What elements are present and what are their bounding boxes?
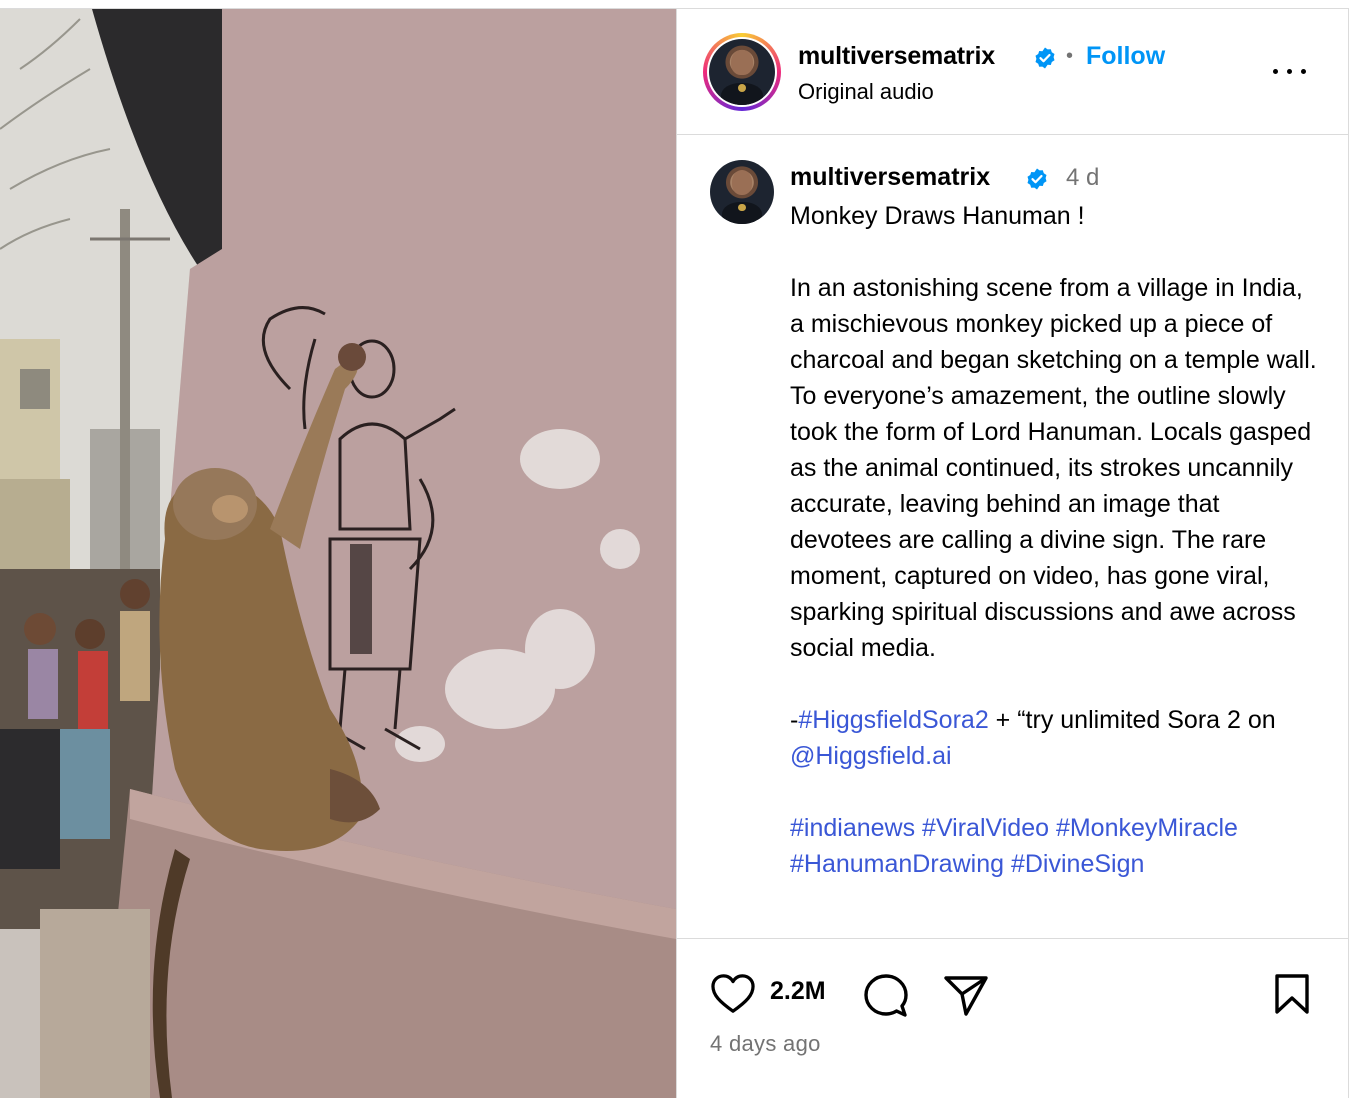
caption-body: In an astonishing scene from a village i… — [790, 274, 1317, 662]
caption-username[interactable]: multiversematrix — [790, 163, 990, 192]
likes-count[interactable]: 2.2M — [770, 977, 826, 1006]
video-frame-illustration — [0, 9, 676, 1098]
header-separator: • — [1066, 45, 1074, 67]
promo-text: + “try unlimited Sora 2 on — [988, 706, 1276, 734]
audio-link[interactable]: Original audio — [798, 79, 934, 105]
verified-badge-icon — [1027, 168, 1047, 190]
follow-button[interactable]: Follow — [1086, 42, 1165, 71]
caption-avatar[interactable] — [710, 160, 774, 224]
caption-hashtags: #indianews #ViralVideo #MonkeyMiracle #H… — [790, 810, 1320, 882]
post-details-panel: multiversematrix • Follow Original audio… — [676, 9, 1349, 1098]
hashtag-link[interactable]: #HanumanDrawing — [790, 850, 1004, 878]
avatar[interactable] — [709, 39, 775, 105]
caption-promo: -#HiggsfieldSora2 + “try unlimited Sora … — [790, 702, 1320, 774]
hashtag-link[interactable]: #ViralVideo — [922, 814, 1049, 842]
hashtag-link[interactable]: #indianews — [790, 814, 915, 842]
more-options-icon[interactable] — [1271, 57, 1311, 87]
caption-time[interactable]: 4 d — [1066, 164, 1099, 192]
mention-link[interactable]: @Higgsfield.ai — [790, 742, 952, 770]
comment-icon[interactable] — [863, 973, 909, 1019]
post-actions: 2.2M 4 days ago — [677, 938, 1349, 1098]
heart-icon[interactable] — [710, 973, 756, 1015]
hashtag-link[interactable]: #HiggsfieldSora2 — [798, 706, 988, 734]
posted-date[interactable]: 4 days ago — [710, 1031, 821, 1057]
caption-title: Monkey Draws Hanuman ! — [790, 202, 1085, 230]
author-username[interactable]: multiversematrix — [798, 42, 995, 71]
story-ring[interactable] — [703, 33, 781, 111]
caption-text: Monkey Draws Hanuman ! In an astonishing… — [790, 198, 1320, 882]
post-video[interactable] — [0, 9, 676, 1098]
bookmark-icon[interactable] — [1274, 973, 1310, 1015]
hashtag-link[interactable]: #DivineSign — [1011, 850, 1144, 878]
caption-area[interactable]: multiversematrix 4 d Monkey Draws Hanuma… — [677, 136, 1349, 938]
verified-badge-icon — [1035, 47, 1055, 69]
hashtag-link[interactable]: #MonkeyMiracle — [1056, 814, 1238, 842]
post-header: multiversematrix • Follow Original audio — [677, 9, 1349, 135]
send-icon[interactable] — [943, 974, 989, 1018]
